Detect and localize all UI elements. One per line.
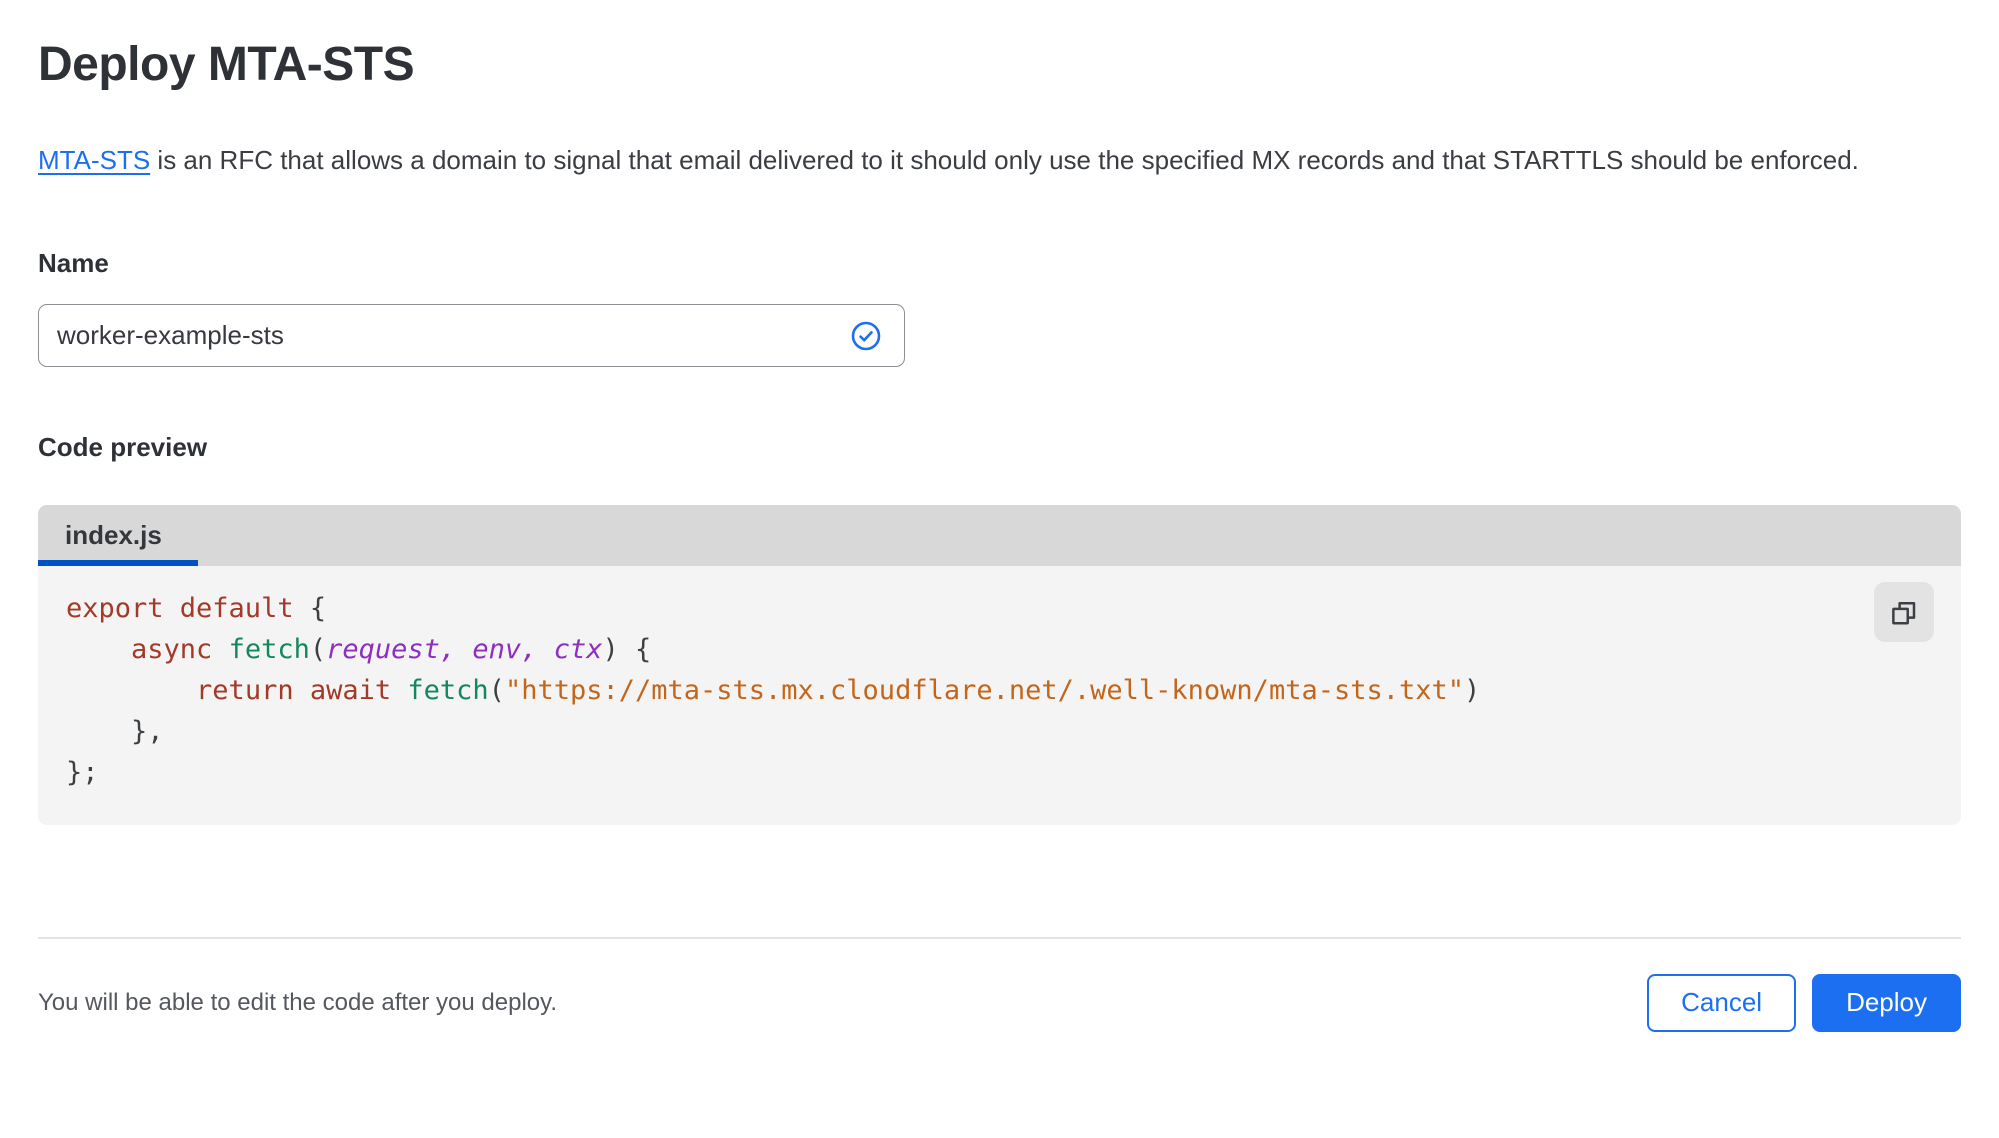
description: MTA-STS is an RFC that allows a domain t…	[38, 138, 1923, 183]
name-input[interactable]	[39, 305, 850, 366]
tab-label: index.js	[65, 520, 162, 550]
tab-index-js[interactable]: index.js	[38, 505, 198, 566]
check-circle-icon	[850, 320, 882, 352]
name-input-wrapper	[38, 304, 905, 367]
code-content: export default { async fetch(request, en…	[66, 593, 1481, 788]
page-title: Deploy MTA-STS	[38, 38, 415, 91]
cancel-button[interactable]: Cancel	[1647, 973, 1797, 1032]
description-text: is an RFC that allows a domain to signal…	[150, 145, 1859, 175]
footer-bar: You will be able to edit the code after …	[38, 973, 1961, 1032]
code-preview-panel: index.js export default { async fetch(re…	[38, 505, 1961, 825]
code-tab-bar: index.js	[38, 505, 1961, 566]
deploy-mta-sts-page: Deploy MTA-STS MTA-STS is an RFC that al…	[0, 0, 1999, 1138]
footer-divider	[38, 937, 1961, 939]
code-preview-label: Code preview	[38, 432, 208, 462]
footer-note: You will be able to edit the code after …	[38, 988, 558, 1016]
deploy-button[interactable]: Deploy	[1812, 973, 1961, 1032]
footer-actions: Cancel Deploy	[1647, 973, 1961, 1032]
name-label: Name	[38, 248, 109, 278]
code-editor: export default { async fetch(request, en…	[38, 566, 1961, 825]
mta-sts-link[interactable]: MTA-STS	[38, 145, 150, 175]
copy-icon	[1892, 602, 1916, 625]
copy-code-button[interactable]	[1874, 582, 1934, 642]
